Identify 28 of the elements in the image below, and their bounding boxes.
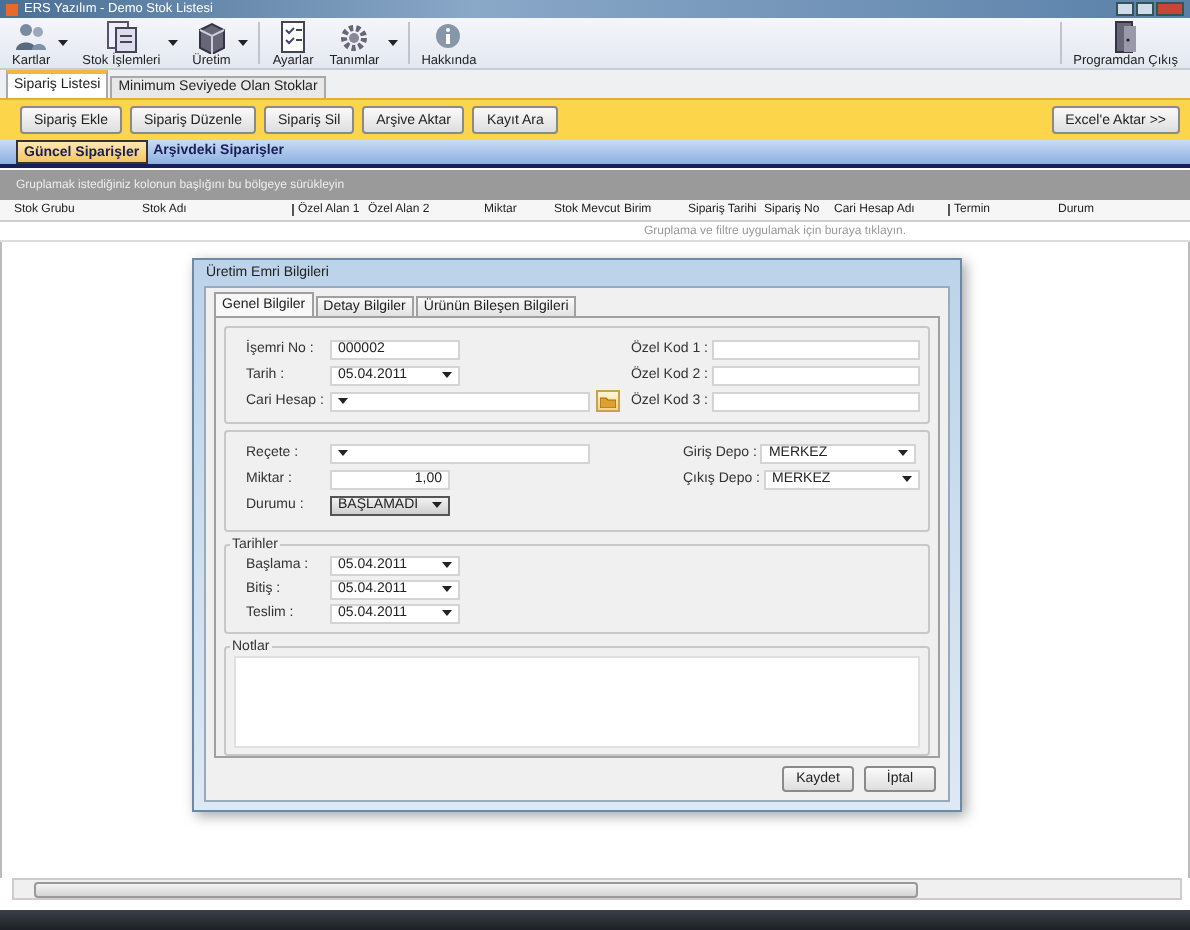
- dropdown-arrow-icon: [442, 586, 452, 592]
- folder-icon: [600, 395, 616, 407]
- dropdown-arrow-icon: [338, 398, 348, 404]
- horizontal-scrollbar[interactable]: [12, 878, 1182, 900]
- caret-icon[interactable]: [238, 40, 249, 46]
- caret-icon[interactable]: [58, 40, 69, 46]
- app-icon: [6, 3, 18, 15]
- notes-textarea[interactable]: [234, 656, 920, 748]
- combo-box[interactable]: [330, 391, 590, 411]
- caret-icon[interactable]: [387, 40, 398, 46]
- maximize-button[interactable]: [1136, 2, 1154, 16]
- combo-box[interactable]: [330, 443, 590, 463]
- dropdown-arrow-icon: [338, 450, 348, 456]
- gear-icon: [336, 19, 373, 53]
- text-field[interactable]: [712, 391, 920, 411]
- text-field[interactable]: [712, 339, 920, 359]
- dropdown-arrow-icon: [432, 502, 442, 508]
- dropdown-arrow-icon: [898, 450, 909, 456]
- document-icon: [103, 19, 140, 53]
- minimize-button[interactable]: [1116, 2, 1134, 16]
- dropdown-arrow-icon: [442, 562, 452, 568]
- folder-button[interactable]: [596, 390, 620, 412]
- text-field[interactable]: [712, 365, 920, 385]
- dropdown-arrow-icon: [442, 610, 452, 616]
- dropdown-arrow-icon: [442, 372, 452, 378]
- people-icon: [13, 19, 50, 53]
- caret-icon[interactable]: [168, 40, 179, 46]
- dropdown-arrow-icon: [902, 476, 912, 482]
